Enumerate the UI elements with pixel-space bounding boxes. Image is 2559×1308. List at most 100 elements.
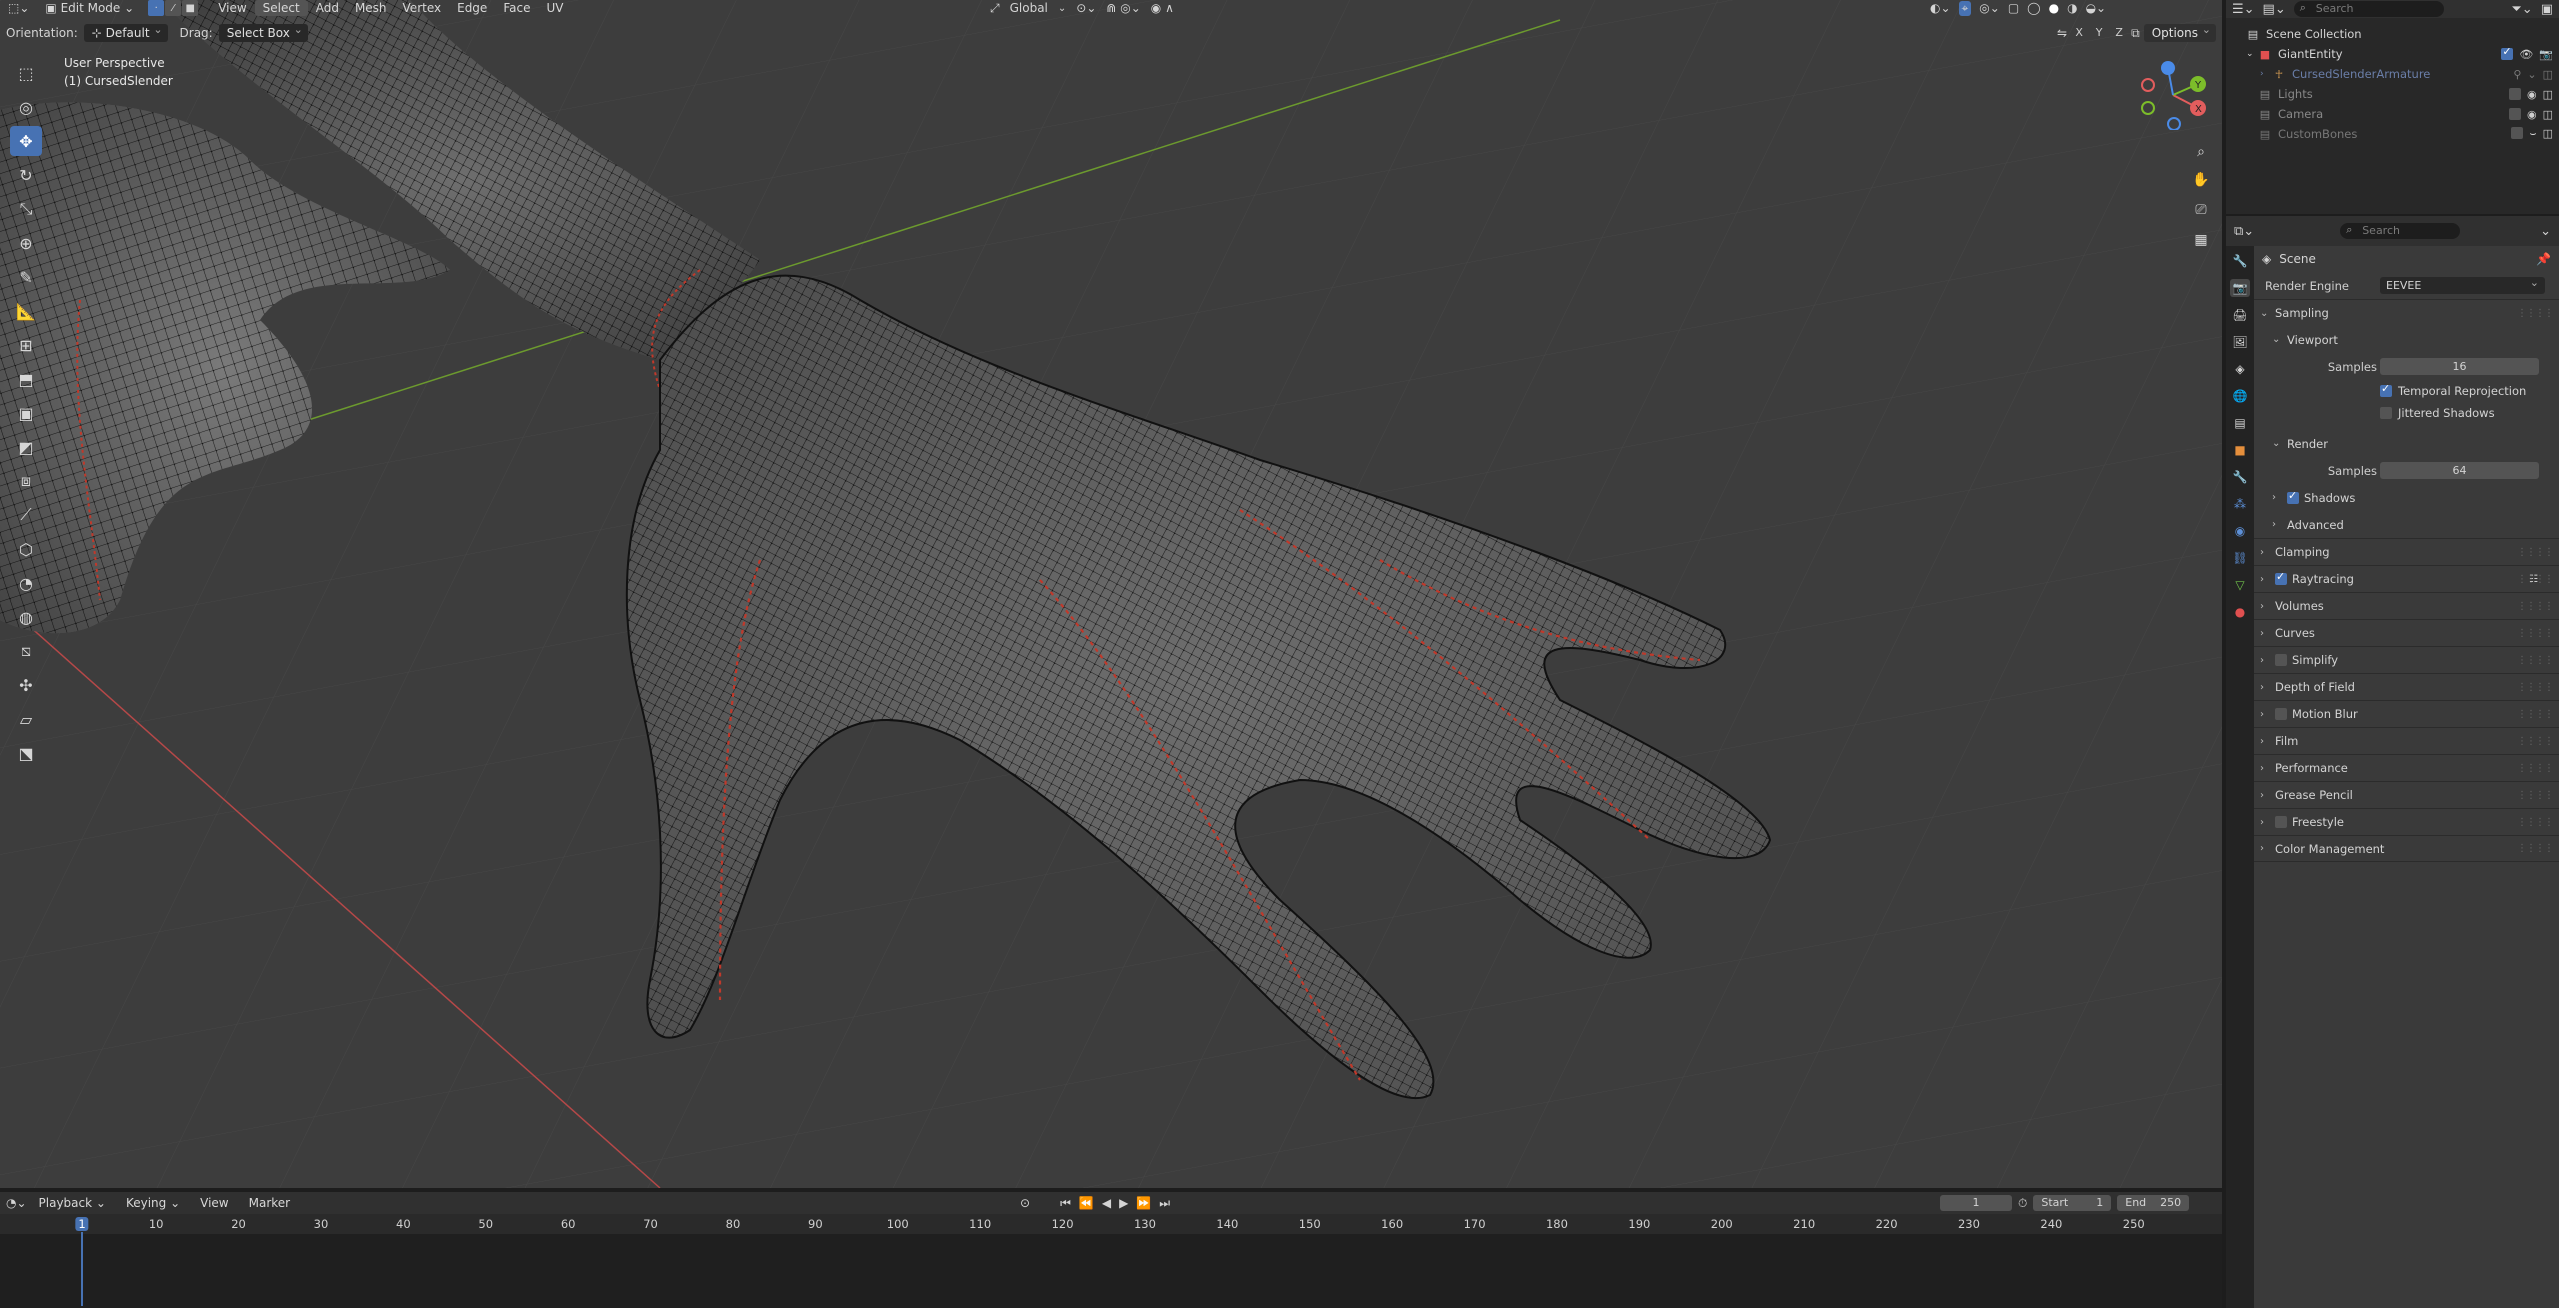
start-frame-field[interactable]: Start 1 (2033, 1195, 2112, 1211)
playhead[interactable] (81, 1232, 83, 1306)
drag-handle-icon[interactable]: ⋮⋮⋮⋮ (2517, 682, 2554, 693)
eye-icon[interactable]: ⌄ (2527, 68, 2536, 81)
3d-viewport[interactable]: ⬚⌄ ▣ Edit Mode ⌄ · ⁄ ■ View Select Add M… (0, 0, 2222, 1188)
panel-film[interactable]: › Film ⋮⋮⋮⋮ (2254, 727, 2559, 754)
camera-render-icon[interactable]: ◫ (2543, 127, 2553, 141)
menu-keying[interactable]: Keying ⌄ (118, 1195, 188, 1211)
jump-start-icon[interactable]: ⏮ (1060, 1196, 1071, 1211)
drag-handle-icon[interactable]: ⋮⋮⋮⋮ (2517, 547, 2554, 558)
exclude-checkbox[interactable] (2511, 127, 2524, 139)
mode-selector[interactable]: ▣ Edit Mode ⌄ (37, 0, 142, 16)
transform-icon[interactable]: ⊕ (10, 228, 42, 258)
play-icon[interactable]: ▶ (1119, 1196, 1128, 1210)
material-tab-icon[interactable]: ● (2230, 603, 2250, 621)
editor-type-icon[interactable]: ☰⌄ (2232, 2, 2255, 17)
drag-handle-icon[interactable]: ⋮⋮⋮⋮ (2517, 574, 2554, 585)
menu-marker[interactable]: Marker (241, 1195, 298, 1211)
panel-volumes[interactable]: › Volumes ⋮⋮⋮⋮ (2254, 592, 2559, 619)
eye-icon[interactable]: 👁 (2519, 48, 2533, 61)
pan-hand-icon[interactable]: ✋ (2189, 168, 2213, 192)
drag-handle-icon[interactable]: ⋮⋮⋮⋮ (2517, 763, 2554, 774)
scene-tab-icon[interactable]: ◈ (2230, 360, 2250, 378)
outliner-row-scene-collection[interactable]: ▤ Scene Collection (2226, 24, 2559, 44)
shading-wire-icon[interactable]: ◯ (2027, 1, 2040, 15)
camera-render-icon[interactable]: 📷 (2539, 48, 2553, 61)
rip-region-icon[interactable]: ⬔ (10, 738, 42, 768)
chevron-down-icon[interactable]: ⌄ (2540, 224, 2551, 239)
collection-tab-icon[interactable]: ▤ (2230, 414, 2250, 432)
end-frame-field[interactable]: End 250 (2117, 1195, 2190, 1211)
data-tab-icon[interactable]: ▽ (2230, 576, 2250, 594)
physics-tab-icon[interactable]: ◉ (2230, 522, 2250, 540)
scale-icon[interactable]: ⤡ (10, 194, 42, 224)
editor-type-icon[interactable]: ⬚⌄ (0, 0, 37, 16)
pivot-icon[interactable]: ⊙⌄ (1076, 1, 1096, 15)
orientation-dropdown[interactable]: ⊹ Default (83, 21, 168, 42)
clock-icon[interactable]: ⏱ (2018, 1196, 2027, 1211)
modifier-tab-icon[interactable]: 🔧 (2230, 468, 2250, 486)
move-icon[interactable]: ✥ (10, 126, 42, 156)
drag-handle-icon[interactable]: ⋮⋮⋮⋮ (2517, 843, 2554, 854)
zoom-icon[interactable]: ⌕ (2189, 140, 2213, 164)
jittered-shadows-row[interactable]: Jittered Shadows (2254, 402, 2559, 424)
drag-handle-icon[interactable]: ⋮⋮⋮⋮ (2517, 817, 2554, 828)
annotate-icon[interactable]: ✎ (10, 262, 42, 292)
exclude-checkbox[interactable] (2508, 87, 2521, 100)
temporal-reprojection-row[interactable]: Temporal Reprojection (2254, 380, 2559, 402)
properties-search-input[interactable]: Search (2340, 222, 2461, 239)
shading-solid-icon[interactable]: ● (2049, 1, 2059, 15)
menu-view[interactable]: View (210, 0, 254, 16)
ortho-grid-icon[interactable]: ▦ (2189, 228, 2213, 252)
particles-tab-icon[interactable]: ⁂ (2230, 495, 2250, 513)
rotate-icon[interactable]: ↻ (10, 160, 42, 190)
panel-curves[interactable]: › Curves ⋮⋮⋮⋮ (2254, 619, 2559, 646)
camera-render-icon[interactable]: ◫ (2543, 68, 2553, 81)
outliner-row-giantentity[interactable]: ⌄ ■ GiantEntity 👁 📷 (2226, 44, 2559, 64)
drag-handle-icon[interactable]: ⋮⋮⋮⋮ (2517, 655, 2554, 666)
mesh-scene[interactable] (0, 0, 2222, 1188)
drag-handle-icon[interactable]: ⋮⋮⋮⋮ (2517, 790, 2554, 801)
render-engine-dropdown[interactable]: EEVEE (2380, 274, 2545, 294)
drag-handle-icon[interactable]: ⋮⋮⋮⋮ (2517, 709, 2554, 720)
jump-end-icon[interactable]: ⏭ (1159, 1196, 1170, 1211)
axis-z-toggle[interactable]: Z (2111, 25, 2127, 41)
subpanel-render[interactable]: ⌄ Render (2254, 430, 2559, 457)
panel-raytracing[interactable]: ›Raytracing☷⋮⋮⋮⋮ (2254, 565, 2559, 592)
outliner-row-camera[interactable]: ▤ Camera ◉ ◫ (2226, 104, 2559, 124)
shear-icon[interactable]: ▱ (10, 704, 42, 734)
record-icon[interactable]: ⊙ (1020, 1196, 1030, 1210)
face-select-icon[interactable]: ■ (182, 0, 199, 16)
menu-playback[interactable]: Playback ⌄ (31, 1195, 114, 1211)
temporal-reprojection-checkbox[interactable] (2380, 382, 2392, 397)
snap-icon[interactable]: ⋒ ◎⌄ (1106, 1, 1140, 15)
simplify-checkbox[interactable] (2275, 654, 2287, 666)
world-tab-icon[interactable]: 🌐 (2230, 387, 2250, 405)
menu-add[interactable]: Add (308, 0, 347, 16)
play-reverse-icon[interactable]: ◀ (1102, 1196, 1111, 1210)
view-layer-tab-icon[interactable]: 🖼 (2230, 333, 2250, 351)
axis-y-toggle[interactable]: Y (2091, 25, 2107, 41)
add-cube-icon[interactable]: ⊞ (10, 330, 42, 360)
poly-build-icon[interactable]: ⬡ (10, 534, 42, 564)
editor-type-icon[interactable]: ⧉⌄ (2234, 224, 2254, 239)
xray-icon[interactable]: ▢ (2008, 1, 2019, 15)
outliner-row-lights[interactable]: ▤ Lights ◉ ◫ (2226, 84, 2559, 104)
current-frame-field[interactable]: 1 (1940, 1195, 2012, 1211)
axis-x-toggle[interactable]: X (2071, 25, 2087, 41)
subpanel-viewport[interactable]: ⌄ Viewport (2254, 326, 2559, 353)
loop-cut-icon[interactable]: ⧈ (10, 466, 42, 496)
cursor-icon[interactable]: ◎ (10, 92, 42, 122)
panel-motion-blur[interactable]: › Motion Blur ⋮⋮⋮⋮ (2254, 700, 2559, 727)
gizmo-icon[interactable]: ⌖ (1958, 0, 1972, 16)
frame-ruler[interactable]: 1 10 20 30 40 50 60 70 80 90 100 110 120 130 140 150 160… (0, 1214, 2222, 1234)
panel-performance[interactable]: › Performance ⋮⋮⋮⋮ (2254, 754, 2559, 781)
edge-slide-icon[interactable]: ⧅ (10, 636, 42, 666)
panel-color-management[interactable]: › Color Management ⋮⋮⋮⋮ (2254, 835, 2559, 862)
eye-icon[interactable]: ◉ (2527, 108, 2537, 121)
object-tab-icon[interactable]: ■ (2230, 441, 2250, 459)
menu-uv[interactable]: UV (538, 0, 571, 16)
drag-handle-icon[interactable]: ⋮⋮⋮⋮ (2517, 736, 2554, 747)
overlay-icon[interactable]: ◎⌄ (1979, 1, 2000, 15)
transform-orientation[interactable]: Global (1010, 1, 1048, 15)
editor-type-icon[interactable]: ◔⌄ (6, 1196, 27, 1210)
